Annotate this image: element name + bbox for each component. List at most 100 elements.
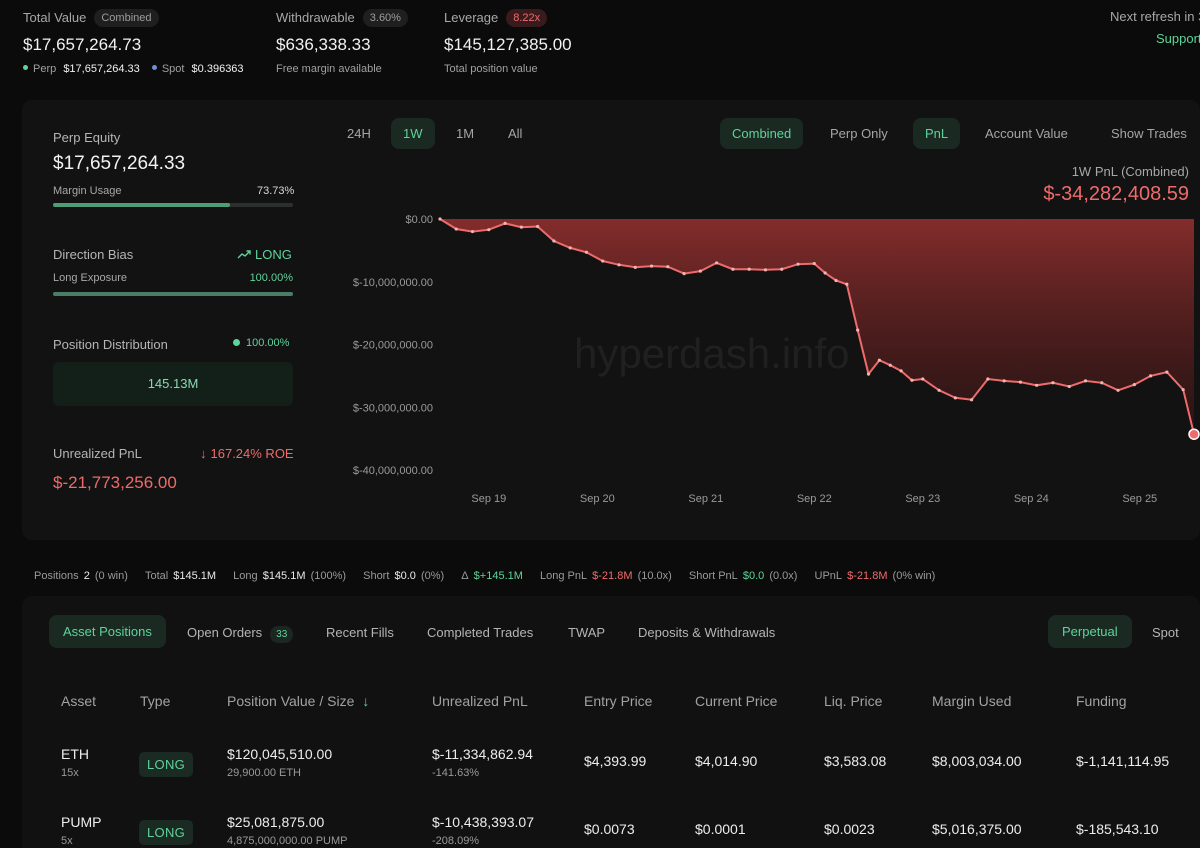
tab-recent-fills[interactable]: Recent Fills <box>326 625 394 640</box>
liq-price: $3,583.08 <box>824 753 887 769</box>
total-value-block: Total Value Combined $17,657,264.73 Perp … <box>23 9 244 75</box>
col-liq-price[interactable]: Liq. Price <box>824 693 882 709</box>
upnl-value: $-21.8M <box>847 570 888 582</box>
pnl-point <box>1116 388 1120 392</box>
pnl-chart[interactable]: hyperdash.info $0.00 $-10,000,000.00 $-20,… <box>22 100 1200 540</box>
pnl-point <box>715 261 719 265</box>
pnl-point <box>856 328 860 332</box>
pnl-point <box>877 358 881 362</box>
tab-completed-trades[interactable]: Completed Trades <box>427 625 533 640</box>
spot-dot-icon <box>151 65 157 70</box>
col-asset[interactable]: Asset <box>61 693 96 709</box>
pnl-point <box>910 378 914 382</box>
pnl-point <box>584 250 589 254</box>
short-pct: (0%) <box>420 570 445 582</box>
pnl-point <box>487 228 491 232</box>
withdrawable-chip: 3.60% <box>362 9 408 27</box>
pnl-point <box>899 369 903 373</box>
pnl-area <box>440 219 1194 435</box>
col-entry-price[interactable]: Entry Price <box>584 693 652 709</box>
tab-spot[interactable]: Spot <box>1152 625 1179 640</box>
col-position-value-label: Position Value / Size <box>227 693 355 709</box>
col-unrealized-pnl[interactable]: Unrealized PnL <box>432 693 528 709</box>
overview-panel: Perp Equity $17,657,264.33 Margin Usage … <box>22 100 1200 540</box>
col-margin-used[interactable]: Margin Used <box>932 693 1011 709</box>
funding: $-1,141,114.95 <box>1076 753 1170 769</box>
pnl-point <box>1051 381 1055 385</box>
short-pnl-x: (0.0x) <box>769 570 798 582</box>
asset-leverage: 15x <box>61 767 79 779</box>
col-position-value[interactable]: Position Value / Size ↓ <box>227 693 369 709</box>
tab-deposits-withdrawals[interactable]: Deposits & Withdrawals <box>638 625 775 640</box>
pnl-point <box>845 282 849 286</box>
type-badge: LONG <box>139 752 194 777</box>
pnl-point <box>747 267 751 271</box>
position-value: $25,081,875.00 <box>227 814 325 830</box>
pnl-point <box>649 264 654 268</box>
positions-value: 2 <box>83 570 90 582</box>
tab-perpetual[interactable]: Perpetual <box>1048 615 1132 648</box>
asset-leverage: 5x <box>61 835 73 847</box>
pnl-point <box>969 398 974 402</box>
tab-open-orders[interactable]: Open Orders 33 <box>187 625 294 643</box>
withdrawable-label: Withdrawable <box>276 10 355 25</box>
perp-value: $17,657,264.33 <box>63 63 140 75</box>
asset-name: PUMP <box>61 814 102 830</box>
total-value-stat: $145.1M <box>173 570 217 582</box>
next-refresh: Next refresh in 3 <box>1110 9 1200 24</box>
margin-used: $5,016,375.00 <box>932 821 1022 837</box>
pnl-point <box>834 278 838 283</box>
short-value: $0.0 <box>394 570 416 582</box>
delta-value: $+145.1M <box>473 570 523 582</box>
pnl-point <box>866 372 871 376</box>
upnl-win: (0% win) <box>892 570 936 582</box>
positions-panel: Asset Positions Open Orders 33 Recent Fil… <box>22 596 1200 848</box>
leverage-block: Leverage 8.22x $145,127,385.00 Total posi… <box>444 9 572 75</box>
pnl-point <box>1067 384 1071 389</box>
y-tick-label: $-30,000,000.00 <box>353 402 433 414</box>
upnl-label: UPnL <box>814 570 843 582</box>
open-orders-count: 33 <box>270 626 294 643</box>
pnl-point <box>1149 374 1153 378</box>
pnl-point <box>601 259 605 263</box>
pnl-point <box>796 262 800 266</box>
pnl-point <box>1002 379 1006 383</box>
total-value: $17,657,264.73 <box>23 35 142 54</box>
pnl-point <box>536 224 540 229</box>
leverage-sub: Total position value <box>444 63 538 75</box>
long-pnl-label: Long PnL <box>539 570 588 582</box>
unrealized-pnl: $-10,438,393.07 <box>432 814 534 830</box>
support-link[interactable]: Support <box>1156 31 1200 46</box>
entry-price: $0.0073 <box>584 821 635 837</box>
unrealized-pnl: $-11,334,862.94 <box>432 746 533 762</box>
pnl-point <box>1083 379 1088 383</box>
withdrawable-value: $636,338.33 <box>276 35 371 54</box>
x-tick-label: Sep 24 <box>1014 493 1049 505</box>
pnl-point <box>666 265 670 269</box>
type-badge: LONG <box>139 820 194 845</box>
pnl-point <box>1100 381 1104 385</box>
positions-win: (0 win) <box>94 570 128 582</box>
pnl-point <box>937 388 941 392</box>
long-pnl-value: $-21.8M <box>592 570 633 582</box>
col-funding[interactable]: Funding <box>1076 693 1127 709</box>
pnl-point <box>888 363 892 367</box>
tab-twap[interactable]: TWAP <box>568 625 605 640</box>
pnl-point <box>698 269 702 273</box>
pnl-current-point <box>1188 428 1200 440</box>
long-label: Long <box>233 570 258 582</box>
pnl-point <box>986 377 990 381</box>
y-tick-label: $-40,000,000.00 <box>353 465 433 477</box>
withdrawable-block: Withdrawable 3.60% $636,338.33 Free margi… <box>276 9 408 75</box>
short-pnl-value: $0.0 <box>742 570 765 582</box>
col-current-price[interactable]: Current Price <box>695 693 777 709</box>
funding: $-185,543.10 <box>1076 821 1159 837</box>
pnl-point <box>519 225 523 229</box>
perp-dot-icon <box>23 65 28 70</box>
pnl-point <box>780 267 784 271</box>
pnl-point <box>1132 383 1136 387</box>
col-type[interactable]: Type <box>140 693 170 709</box>
margin-used: $8,003,034.00 <box>932 753 1022 769</box>
tab-open-orders-label: Open Orders <box>187 625 263 640</box>
tab-asset-positions[interactable]: Asset Positions <box>49 615 166 648</box>
